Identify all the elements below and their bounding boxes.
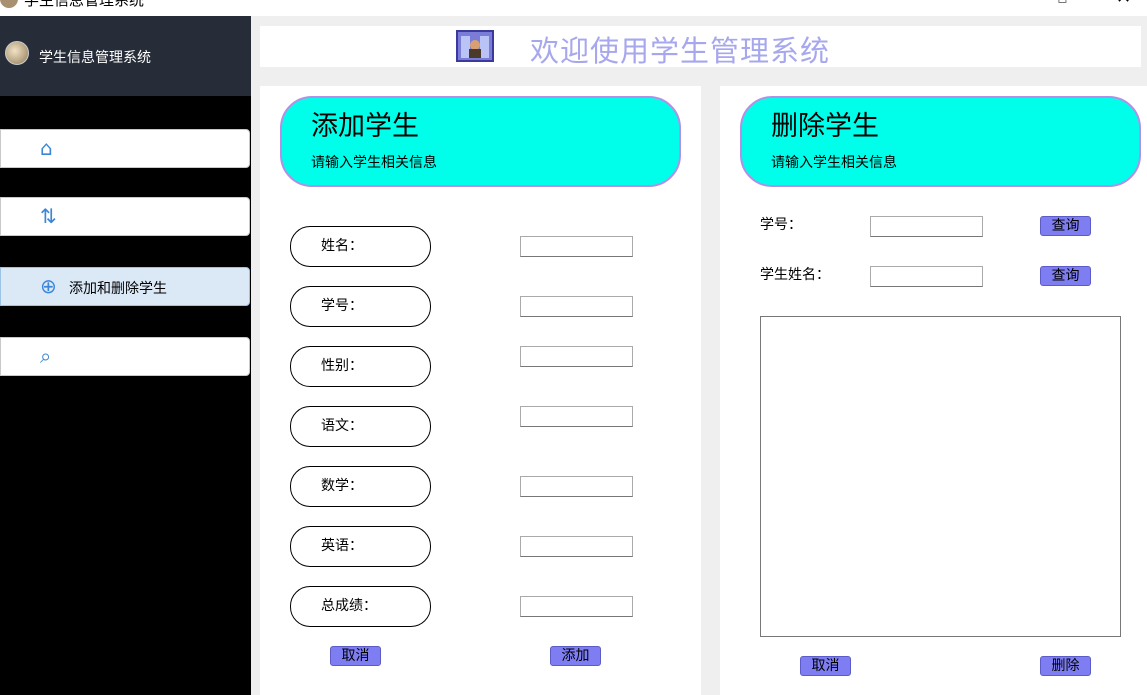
delete-name-label: 学生姓名： xyxy=(760,267,830,283)
name-label-pill: 姓名： xyxy=(290,226,431,267)
query-result-area[interactable] xyxy=(760,316,1121,637)
id-input[interactable] xyxy=(520,296,633,317)
sidebar-item-search[interactable]: ⌕ xyxy=(0,337,250,376)
delete-student-title: 删除学生 xyxy=(771,111,879,142)
window-title: 学生信息管理系统 xyxy=(24,0,145,9)
gender-label: 性别： xyxy=(321,358,363,374)
math-label: 数学： xyxy=(321,478,363,494)
add-submit-button[interactable]: 添加 xyxy=(550,646,601,666)
chinese-label-pill: 语文： xyxy=(290,406,431,447)
sidebar-item-home[interactable]: ⌂ xyxy=(0,129,250,168)
minimize-icon[interactable]: ▫ xyxy=(1057,0,1068,7)
window-person-icon xyxy=(456,30,494,62)
add-student-title: 添加学生 xyxy=(311,111,419,142)
add-student-subtitle: 请输入学生相关信息 xyxy=(311,155,437,171)
welcome-heading: 欢迎使用学生管理系统 xyxy=(530,34,831,68)
total-label-pill: 总成绩： xyxy=(290,586,431,627)
query-by-name-button[interactable]: 查询 xyxy=(1040,266,1091,286)
name-input[interactable] xyxy=(520,236,633,257)
total-input[interactable] xyxy=(520,596,633,617)
delete-cancel-button[interactable]: 取消 xyxy=(800,656,851,676)
id-label-pill: 学号： xyxy=(290,286,431,327)
delete-name-input[interactable] xyxy=(870,266,983,287)
english-label-pill: 英语： xyxy=(290,526,431,567)
sort-arrows-icon: ⇅ xyxy=(40,204,57,228)
total-label: 总成绩： xyxy=(321,598,377,614)
chinese-label: 语文： xyxy=(321,418,363,434)
delete-id-label: 学号： xyxy=(760,217,802,233)
sidebar-item-label: 添加和删除学生 xyxy=(69,281,167,297)
delete-student-subtitle: 请输入学生相关信息 xyxy=(771,155,897,171)
logo-avatar-icon xyxy=(5,41,29,65)
english-input[interactable] xyxy=(520,536,633,557)
add-circle-icon: ⊕ xyxy=(40,274,57,298)
home-icon: ⌂ xyxy=(40,136,53,160)
name-label: 姓名： xyxy=(321,238,363,254)
sidebar-item-add-delete[interactable]: ⊕ 添加和删除学生 xyxy=(0,267,250,306)
close-icon[interactable]: ✕ xyxy=(1116,0,1131,8)
sidebar-item-sort[interactable]: ⇅ xyxy=(0,197,250,236)
delete-submit-button[interactable]: 删除 xyxy=(1040,656,1091,676)
id-label: 学号： xyxy=(321,298,363,314)
gender-input[interactable] xyxy=(520,346,633,367)
query-by-id-button[interactable]: 查询 xyxy=(1040,216,1091,236)
app-icon xyxy=(0,0,18,8)
english-label: 英语： xyxy=(321,538,363,554)
math-label-pill: 数学： xyxy=(290,466,431,507)
chinese-input[interactable] xyxy=(520,406,633,427)
add-cancel-button[interactable]: 取消 xyxy=(330,646,381,666)
sidebar-title: 学生信息管理系统 xyxy=(39,50,151,66)
math-input[interactable] xyxy=(520,476,633,497)
window-title-bar: 学生信息管理系统 ▫ ✕ xyxy=(0,0,1147,16)
delete-id-input[interactable] xyxy=(870,216,983,237)
search-icon: ⌕ xyxy=(40,344,52,368)
gender-label-pill: 性别： xyxy=(290,346,431,387)
